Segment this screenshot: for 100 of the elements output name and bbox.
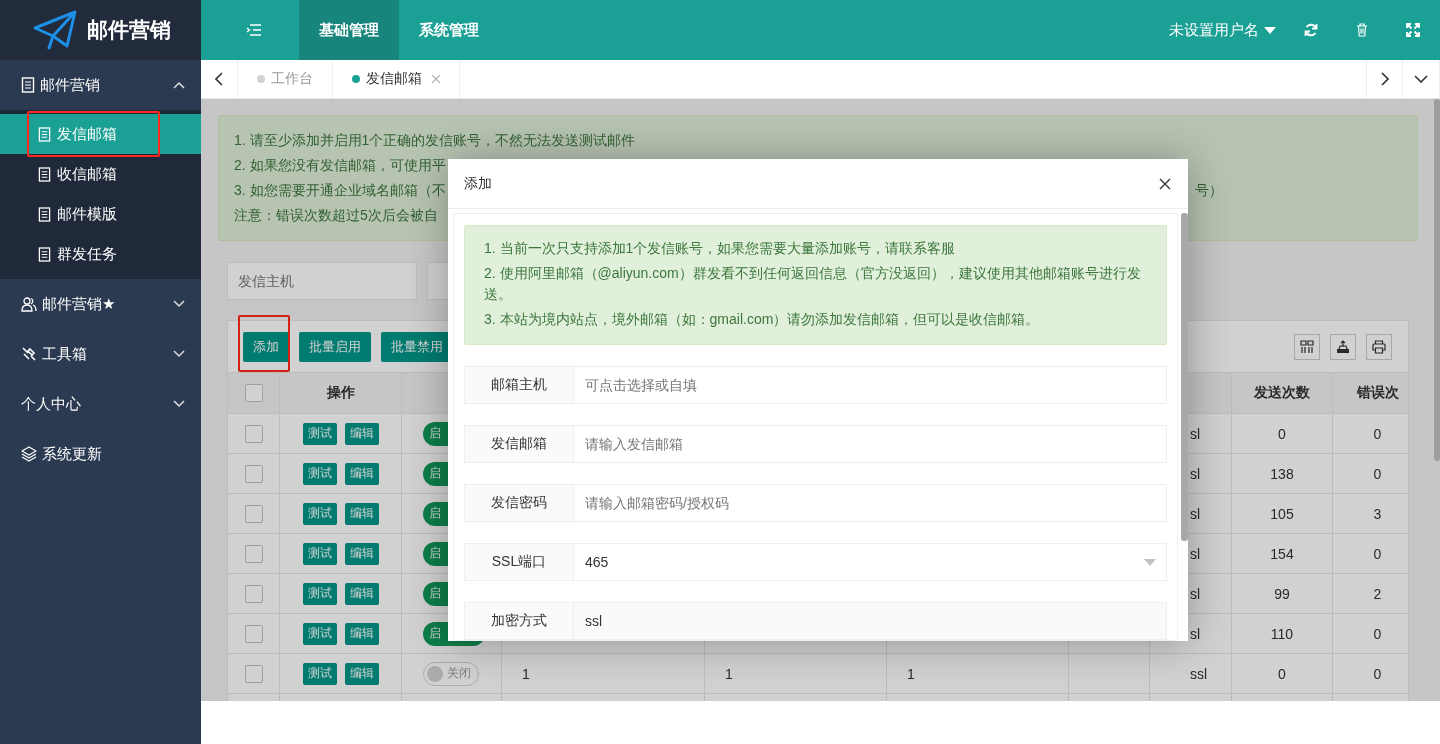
table-cell: 0	[1373, 625, 1382, 642]
row-action-button[interactable]: 测试	[302, 462, 337, 485]
sidebar-group[interactable]: 工具箱	[0, 329, 201, 379]
table-cell: 0	[1278, 665, 1286, 682]
field-label: SSL端口	[464, 543, 574, 581]
filter-field[interactable]	[427, 262, 448, 300]
table-cell: 2	[1373, 585, 1382, 602]
print-button[interactable]	[1366, 333, 1392, 360]
input-field[interactable]: 请输入邮箱密码/授权码	[574, 484, 1167, 522]
notice-text: 1. 请至少添加并启用1个正确的发信账号，不然无法发送测试邮件	[234, 131, 636, 150]
sidebar-item[interactable]: 群发任务	[0, 234, 201, 274]
fullscreen-icon[interactable]	[1406, 23, 1420, 37]
row-action-button[interactable]: 测试	[302, 622, 337, 645]
close-icon[interactable]	[1159, 177, 1171, 190]
table-cell: sl	[1190, 625, 1201, 642]
document-icon	[38, 126, 51, 142]
refresh-icon[interactable]	[1304, 23, 1318, 37]
paper-plane-logo-icon	[33, 10, 77, 50]
table-cell: 0	[1373, 665, 1382, 682]
row-action-button[interactable]: 测试	[302, 502, 337, 525]
select-field[interactable]: 465	[574, 543, 1167, 581]
toolbar-button[interactable]: 批量启用	[299, 331, 371, 362]
notice-text: 3. 如您需要开通企业域名邮箱（不	[234, 181, 446, 200]
document-icon	[21, 77, 35, 93]
table-cell: sl	[1190, 545, 1201, 562]
document-icon	[38, 206, 51, 222]
toolbar-button[interactable]: 添加	[243, 331, 289, 362]
sidebar-group[interactable]: 个人中心	[0, 379, 201, 429]
notice-text: 3. 本站为境内站点，境外邮箱（如：gmail.com）请勿添加发信邮箱，但可以是收信邮箱。	[484, 310, 1041, 329]
table-cell: sl	[1190, 465, 1201, 482]
field-label: 加密方式	[464, 602, 574, 640]
row-checkbox[interactable]	[244, 464, 263, 483]
row-checkbox[interactable]	[244, 624, 263, 643]
page-tab[interactable]: 工作台	[238, 60, 333, 98]
scrollbar[interactable]	[1181, 213, 1188, 541]
page-tab[interactable]: 发信邮箱	[333, 60, 460, 98]
row-checkbox[interactable]	[244, 544, 263, 563]
export-button[interactable]	[1330, 333, 1356, 360]
sidebar-group[interactable]: 邮件营销★	[0, 279, 201, 329]
table-cell: 110	[1270, 625, 1294, 642]
table-cell: 138	[1270, 465, 1294, 482]
row-action-button[interactable]: 测试	[302, 582, 337, 605]
row-checkbox[interactable]	[244, 664, 263, 683]
field-label: 邮箱主机	[464, 366, 574, 404]
row-action-button[interactable]: 编辑	[344, 502, 379, 525]
tools-icon	[21, 346, 37, 362]
top-nav-tab[interactable]: 基础管理	[299, 0, 399, 60]
table-cell: 154	[1270, 545, 1294, 562]
select-all-checkbox[interactable]	[244, 384, 263, 402]
table-cell: 0	[1278, 425, 1286, 442]
scroll-right-button[interactable]	[1366, 60, 1403, 98]
row-checkbox[interactable]	[244, 584, 263, 603]
table-cell: 3	[1373, 505, 1382, 522]
input-field[interactable]: 可点击选择或自填	[574, 366, 1167, 404]
column-header: 错误次	[1356, 384, 1399, 402]
row-action-button[interactable]: 测试	[302, 422, 337, 445]
chevron-down-icon	[1414, 75, 1428, 83]
document-icon	[38, 166, 51, 182]
app-title: 邮件营销	[87, 17, 171, 43]
row-checkbox[interactable]	[244, 424, 263, 443]
caret-icon	[1144, 558, 1156, 566]
row-action-button[interactable]: 编辑	[344, 462, 379, 485]
row-action-button[interactable]: 编辑	[344, 622, 379, 645]
row-action-button[interactable]: 编辑	[344, 422, 379, 445]
table-cell: 1	[907, 665, 915, 682]
sidebar-item[interactable]: 邮件模版	[0, 194, 201, 234]
notice-text: 2. 使用阿里邮箱（@aliyun.com）群发看不到任何返回信息（官方没返回），建议使用其他邮箱账号进行发送。	[484, 264, 1142, 304]
dialog-title: 添加	[464, 174, 492, 193]
input-field[interactable]: ssl	[574, 602, 1167, 640]
notice-text: 号）	[1195, 181, 1224, 200]
filter-field[interactable]: 发信主机	[227, 262, 417, 300]
table-cell: 99	[1274, 585, 1290, 602]
menu-icon[interactable]	[246, 24, 262, 36]
sidebar-group[interactable]: 邮件营销	[0, 60, 201, 110]
table-cell: 1	[725, 665, 733, 682]
chevron-down-icon	[173, 350, 185, 358]
chevron-left-icon	[215, 72, 223, 86]
sidebar-item[interactable]: 发信邮箱	[0, 114, 201, 154]
sidebar-group[interactable]: 系统更新	[0, 429, 201, 479]
status-dot	[257, 75, 265, 83]
notice-text: 1. 当前一次只支持添加1个发信账号，如果您需要大量添加账号，请联系客服	[484, 239, 957, 258]
table-cell: 0	[1373, 545, 1382, 562]
print-icon	[1372, 339, 1386, 354]
row-action-button[interactable]: 编辑	[344, 542, 379, 565]
layers-icon	[21, 446, 37, 462]
row-action-button[interactable]: 编辑	[344, 662, 379, 685]
row-action-button[interactable]: 编辑	[344, 582, 379, 605]
sidebar-item[interactable]: 收信邮箱	[0, 154, 201, 194]
row-checkbox[interactable]	[244, 504, 263, 523]
row-action-button[interactable]: 测试	[302, 662, 337, 685]
trash-icon[interactable]	[1356, 23, 1368, 37]
document-icon	[38, 246, 51, 262]
input-field[interactable]: 请输入发信邮箱	[574, 425, 1167, 463]
columns-button[interactable]	[1294, 333, 1320, 360]
scrollbar[interactable]	[1434, 99, 1440, 461]
table-cell: sl	[1190, 425, 1201, 442]
row-action-button[interactable]: 测试	[302, 542, 337, 565]
status-switch[interactable]: 关闭	[423, 661, 479, 686]
user-menu[interactable]: 未设置用户名	[1163, 19, 1282, 41]
top-nav-tab[interactable]: 系统管理	[399, 0, 499, 60]
